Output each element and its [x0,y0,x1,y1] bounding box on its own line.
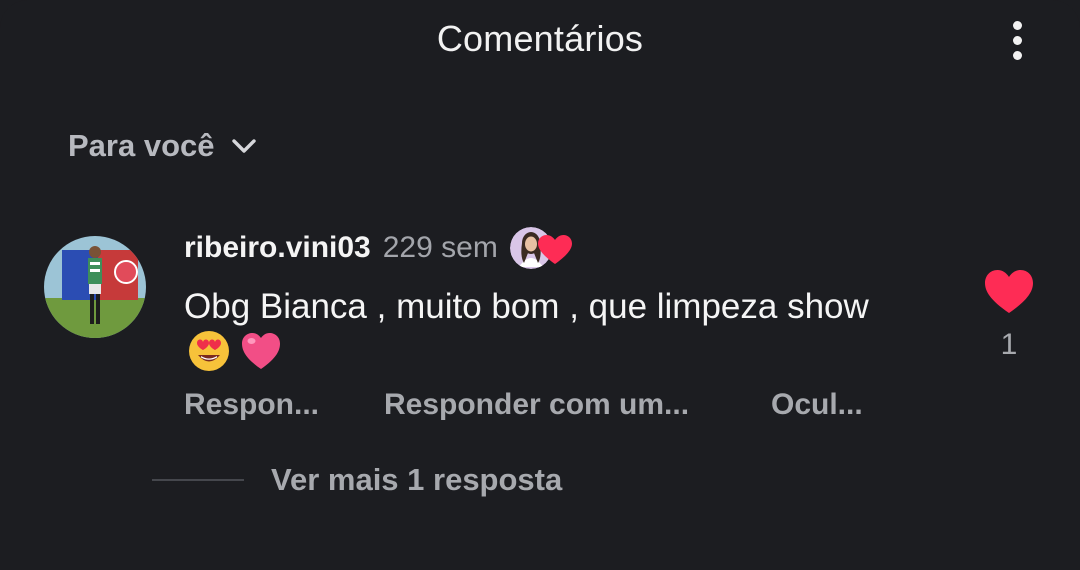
comment-like: 1 [982,270,1036,362]
comment-username[interactable]: ribeiro.vini03 [184,231,371,265]
more-vertical-icon [1012,20,1022,30]
comment-meta: ribeiro.vini03 229 sem [184,227,944,269]
heart-eyes-emoji-icon [189,331,229,371]
like-heart-icon[interactable] [985,270,1033,314]
chevron-down-icon [231,139,256,153]
comment-text: Obg Bianca , muito bom , que limpeza sho… [184,284,904,378]
comments-sheet: Comentários Para você ribeiro.vini03 229… [0,0,1080,570]
comment-body: ribeiro.vini03 229 sem Obg Bianca , muit… [184,227,944,378]
comment-time: 229 sem [382,231,498,264]
reply-button[interactable]: Respon... [184,388,384,422]
pink-heart-icon [241,333,280,369]
more-options-button[interactable] [1004,14,1030,66]
comment-actions: Respon... Responder com um... Ocul... [184,388,863,422]
avatar[interactable] [44,236,146,338]
hide-button[interactable]: Ocul... [771,388,863,422]
like-count: 1 [1000,328,1018,361]
sort-dropdown[interactable]: Para você [68,128,259,164]
view-more-replies-label: Ver mais 1 resposta [271,462,563,497]
sheet-title: Comentários [436,18,644,59]
view-more-replies-button[interactable]: Ver mais 1 resposta [152,462,562,498]
divider [152,479,244,481]
creator-liked-badge [509,225,576,271]
comment-text-content: Obg Bianca , muito bom , que limpeza sho… [184,287,869,326]
heart-icon [537,235,572,264]
reply-with-button[interactable]: Responder com um... [384,388,771,422]
sort-label: Para você [68,128,215,163]
